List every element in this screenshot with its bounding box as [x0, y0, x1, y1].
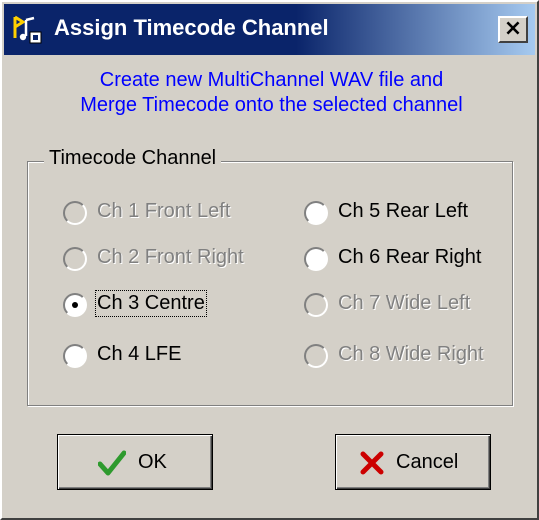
radio-label: Ch 3 Centre	[95, 290, 207, 317]
title-bar[interactable]: Assign Timecode Channel ×	[4, 4, 535, 55]
radio-button-icon	[63, 293, 87, 317]
ok-button[interactable]: OK	[57, 434, 213, 490]
radio-label: Ch 5 Rear Left	[338, 200, 469, 222]
radio-label: Ch 2 Front Right	[97, 246, 244, 268]
radio-button-icon	[304, 293, 328, 317]
radio-label: Ch 8 Wide Right	[338, 343, 484, 365]
close-button[interactable]: ×	[498, 16, 528, 43]
radio-button-icon	[63, 344, 87, 368]
instruction-line-1: Create new MultiChannel WAV file and	[99, 69, 444, 91]
instruction-text: Create new MultiChannel WAV file and Mer…	[22, 68, 521, 118]
radio-button-icon	[304, 247, 328, 271]
radio-button-icon	[304, 344, 328, 368]
radio-button-icon	[304, 201, 328, 225]
radio-label: Ch 1 Front Left	[97, 200, 231, 222]
cancel-label: Cancel	[396, 451, 459, 473]
cancel-button[interactable]: Cancel	[335, 434, 491, 490]
radio-label: Ch 6 Rear Right	[338, 246, 482, 268]
timecode-channel-group	[27, 161, 513, 406]
radio-button-icon	[63, 201, 87, 225]
radio-button-icon	[63, 247, 87, 271]
timecode-app-icon	[12, 14, 44, 46]
radio-label: Ch 4 LFE	[97, 343, 182, 365]
checkmark-icon	[98, 450, 126, 476]
radio-label: Ch 7 Wide Left	[338, 292, 471, 314]
close-icon: ×	[503, 16, 523, 41]
assign-timecode-dialog: Assign Timecode Channel × Create new Mul…	[0, 0, 539, 520]
group-label: Timecode Channel	[44, 147, 222, 170]
window-title: Assign Timecode Channel	[54, 15, 329, 40]
ok-label: OK	[138, 451, 167, 473]
x-mark-icon	[360, 451, 384, 475]
instruction-line-2: Merge Timecode onto the selected channel	[80, 94, 463, 116]
